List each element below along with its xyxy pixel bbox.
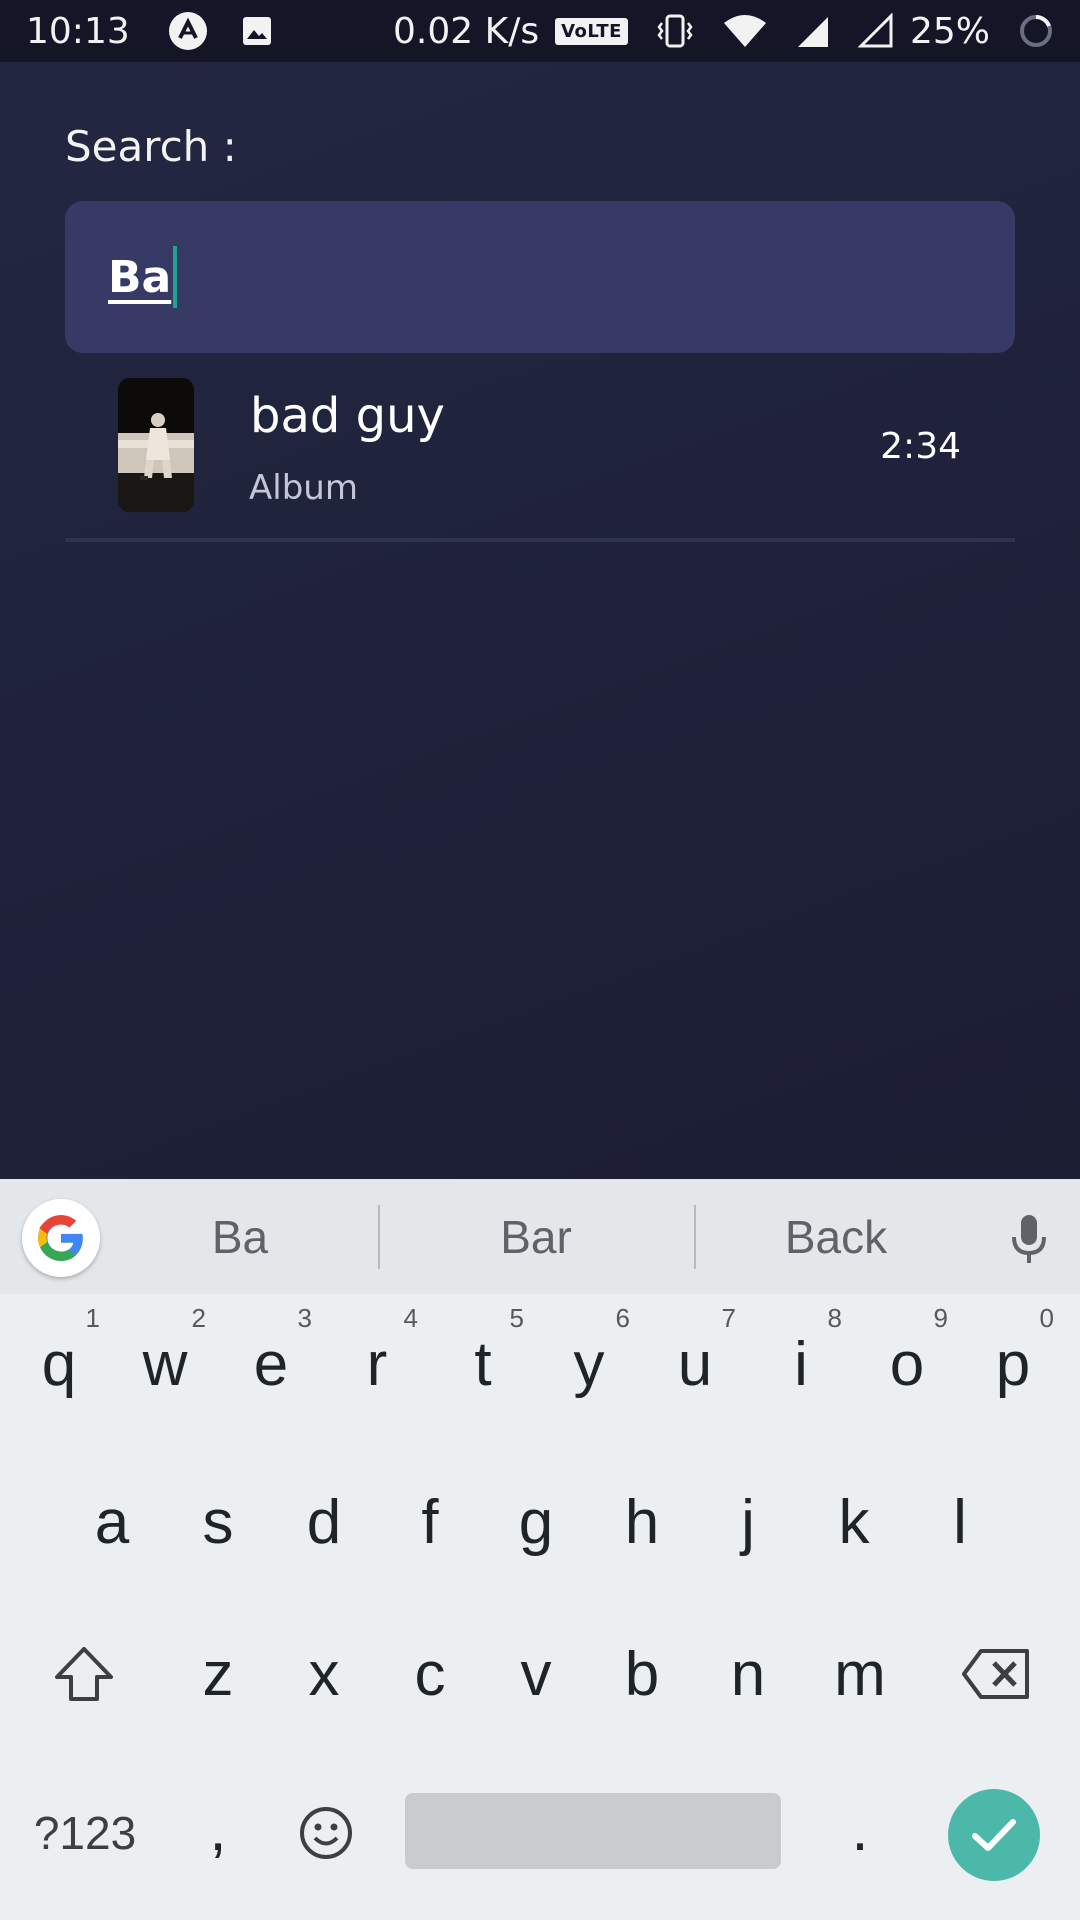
key-i[interactable]: i8 bbox=[748, 1299, 854, 1429]
key-m[interactable]: m bbox=[801, 1609, 919, 1739]
key-y[interactable]: y6 bbox=[536, 1299, 642, 1429]
album-cover bbox=[118, 378, 194, 512]
shift-key[interactable] bbox=[22, 1609, 146, 1739]
suggestion-divider bbox=[378, 1205, 380, 1269]
key-n[interactable]: n bbox=[695, 1609, 801, 1739]
enter-key[interactable] bbox=[948, 1789, 1040, 1881]
status-time: 10:13 bbox=[26, 10, 130, 52]
status-bar: 10:13 0.02 K/s VoLTE 25% bbox=[0, 0, 1080, 62]
key-o[interactable]: o9 bbox=[854, 1299, 960, 1429]
suggestion-bar: Ba Bar Back bbox=[0, 1179, 1080, 1294]
key-j[interactable]: j bbox=[695, 1457, 801, 1587]
emoji-icon bbox=[300, 1807, 352, 1859]
signal-empty-icon bbox=[857, 13, 894, 49]
suggestion-1[interactable]: Ba bbox=[140, 1179, 340, 1294]
vibrate-icon bbox=[656, 13, 694, 49]
search-input[interactable]: Ba bbox=[65, 201, 1015, 353]
suggestion-3[interactable]: Back bbox=[734, 1179, 938, 1294]
key-f[interactable]: f bbox=[377, 1457, 483, 1587]
battery-percent: 25% bbox=[909, 10, 990, 52]
result-title: bad guy bbox=[250, 388, 445, 444]
key-b[interactable]: b bbox=[589, 1609, 695, 1739]
emoji-key[interactable] bbox=[278, 1773, 374, 1893]
key-p[interactable]: p0 bbox=[960, 1299, 1066, 1429]
key-w[interactable]: w2 bbox=[112, 1299, 218, 1429]
suggestion-divider bbox=[694, 1205, 696, 1269]
key-x[interactable]: x bbox=[271, 1609, 377, 1739]
search-input-value: Ba bbox=[108, 251, 172, 303]
key-a[interactable]: a bbox=[59, 1457, 165, 1587]
key-q[interactable]: q1 bbox=[6, 1299, 112, 1429]
key-s[interactable]: s bbox=[165, 1457, 271, 1587]
signal-icon bbox=[796, 13, 830, 49]
comma-key[interactable]: , bbox=[170, 1769, 266, 1889]
key-d[interactable]: d bbox=[271, 1457, 377, 1587]
key-t[interactable]: t5 bbox=[430, 1299, 536, 1429]
period-key[interactable]: . bbox=[812, 1769, 908, 1889]
key-g[interactable]: g bbox=[483, 1457, 589, 1587]
search-result-item[interactable]: bad guy Album 2:34 bbox=[65, 370, 1015, 542]
search-label: Search : bbox=[65, 122, 237, 171]
shift-icon bbox=[55, 1647, 113, 1701]
text-cursor bbox=[173, 246, 178, 308]
key-l[interactable]: l bbox=[907, 1457, 1013, 1587]
key-k[interactable]: k bbox=[801, 1457, 907, 1587]
key-u[interactable]: u7 bbox=[642, 1299, 748, 1429]
network-speed: 0.02 K/s bbox=[393, 10, 540, 52]
symbols-key[interactable]: ?123 bbox=[20, 1773, 150, 1893]
battery-ring-icon bbox=[1018, 13, 1054, 49]
key-r[interactable]: r4 bbox=[324, 1299, 430, 1429]
image-notification-icon bbox=[242, 16, 272, 46]
space-bar[interactable] bbox=[405, 1793, 781, 1869]
microphone-icon[interactable] bbox=[1004, 1209, 1054, 1269]
on-screen-keyboard: Ba Bar Back q1 w2 e3 r4 t5 y6 u7 i8 o9 p… bbox=[0, 1179, 1080, 1920]
google-g-icon[interactable] bbox=[22, 1199, 100, 1277]
key-v[interactable]: v bbox=[483, 1609, 589, 1739]
wifi-icon bbox=[722, 13, 768, 49]
backspace-icon bbox=[962, 1649, 1029, 1699]
key-c[interactable]: c bbox=[377, 1609, 483, 1739]
volte-badge: VoLTE bbox=[555, 17, 628, 45]
result-duration: 2:34 bbox=[880, 426, 961, 467]
key-h[interactable]: h bbox=[589, 1457, 695, 1587]
backspace-key[interactable] bbox=[934, 1609, 1058, 1739]
suggestion-2[interactable]: Bar bbox=[418, 1179, 654, 1294]
key-z[interactable]: z bbox=[165, 1609, 271, 1739]
result-subtitle: Album bbox=[249, 468, 358, 508]
checkmark-icon bbox=[972, 1819, 1016, 1851]
app-notification-icon bbox=[168, 11, 208, 51]
key-e[interactable]: e3 bbox=[218, 1299, 324, 1429]
